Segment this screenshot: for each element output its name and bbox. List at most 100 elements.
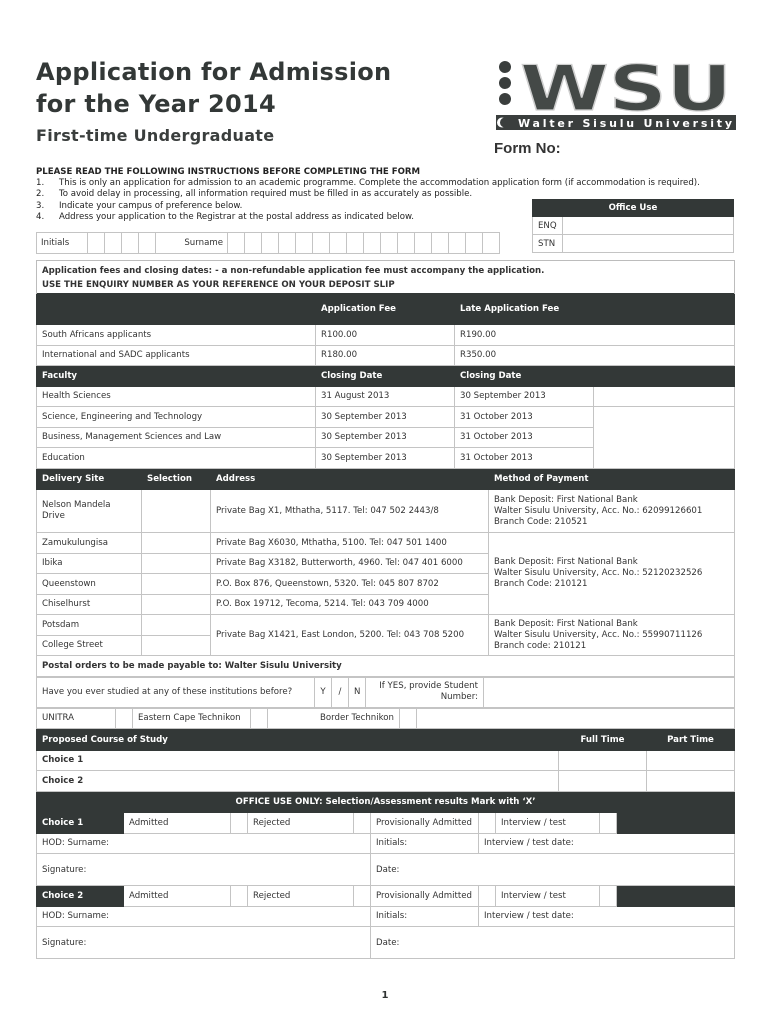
dark-filler [615,885,736,907]
empty-cell [592,385,736,407]
surname-box[interactable] [244,232,262,254]
instruction-number: 1. [36,178,45,189]
surname-box[interactable] [397,232,415,254]
closing-date: 30 September 2013 [315,406,455,428]
interview-date-field[interactable]: Interview / test date: [477,905,736,927]
interview-date-field[interactable]: Interview / test date: [477,832,736,854]
initials-box[interactable] [138,232,156,254]
site-selection[interactable] [141,489,211,533]
faculty-name: Health Sciences [36,385,316,407]
applicant-type: International and SADC applicants [36,344,316,366]
surname-box[interactable] [431,232,449,254]
student-number-field[interactable] [483,676,735,708]
delivery-row: Zamukulungisa Private Bag X6030, Mthatha… [36,532,735,615]
instruction-text: To avoid delay in processing, all inform… [59,189,473,200]
initials-box[interactable] [121,232,139,254]
logo-text: WSU [520,58,732,125]
site-selection[interactable] [141,614,211,636]
header-filler [592,293,736,325]
signature-field[interactable]: Signature: [36,853,371,886]
surname-box[interactable] [380,232,398,254]
fees-col-applicant [36,293,316,325]
yes-option[interactable]: Y [314,676,332,708]
institution-checkbox[interactable] [115,707,133,729]
fees-col-late-fee: Late Application Fee [454,293,594,325]
course-choice-1[interactable]: Choice 1 [36,749,559,771]
surname-box[interactable] [261,232,279,254]
course-choice-2[interactable]: Choice 2 [36,770,559,792]
site-selection[interactable] [141,634,211,656]
option-checkbox[interactable] [478,812,496,834]
institution-checkbox[interactable] [250,707,268,729]
full-time-checkbox[interactable] [558,770,647,792]
option-checkbox[interactable] [599,885,617,907]
full-time-header: Full Time [558,729,647,751]
surname-box[interactable] [465,232,483,254]
instructions-title: PLEASE READ THE FOLLOWING INSTRUCTIONS B… [36,167,421,177]
closing-row: Health Sciences 31 August 2013 30 Septem… [36,385,736,407]
office-only-table: OFFICE USE ONLY: Selection/Assessment re… [35,791,736,959]
enq-field[interactable] [562,216,734,235]
initials-box[interactable] [87,232,105,254]
faculty-name: Science, Engineering and Technology [36,406,316,428]
surname-box[interactable] [414,232,432,254]
instruction-text: Indicate your campus of preference below… [59,200,243,211]
institution-checkbox[interactable] [399,707,417,729]
initials-box[interactable] [104,232,122,254]
date-field[interactable]: Date: [369,926,736,959]
payment-account: Walter Sisulu University, Acc. No.: 5599… [494,629,703,640]
instruction-number: 2. [36,189,45,200]
surname-box[interactable] [346,232,364,254]
option-checkbox[interactable] [353,885,371,907]
site-name: Nelson Mandela Drive [36,489,142,533]
fees-row: International and SADC applicants R180.0… [36,344,736,366]
part-time-checkbox[interactable] [646,749,735,771]
option-checkbox[interactable] [478,885,496,907]
option-interview: Interview / test [495,885,600,907]
page-number: 1 [381,990,389,1001]
surname-box[interactable] [448,232,466,254]
option-checkbox[interactable] [230,885,248,907]
instruction-number: 4. [36,211,45,222]
surname-box[interactable] [363,232,381,254]
payment-bank: Bank Deposit: First National Bank [494,494,638,505]
site-selection[interactable] [141,532,211,554]
hod-surname-field[interactable]: HOD: Surname: [36,832,371,854]
applicant-type: South Africans applicants [36,324,316,346]
date-field[interactable]: Date: [369,853,736,886]
surname-box[interactable] [329,232,347,254]
option-provisional: Provisionally Admitted [370,812,479,834]
surname-box[interactable] [312,232,330,254]
payment-branch: Branch Code: 210121 [494,579,588,589]
site-address: P.O. Box 876, Queenstown, 5320. Tel: 045… [210,573,489,595]
main-form: Application fees and closing dates: - a … [35,260,736,959]
postal-orders-note: Postal orders to be made payable to: Wal… [36,655,735,677]
option-checkbox[interactable] [599,812,617,834]
hod-initials-field[interactable]: Initials: [370,832,479,854]
part-time-checkbox[interactable] [646,770,735,792]
late-closing-date: 30 September 2013 [454,385,594,407]
hod-initials-field[interactable]: Initials: [370,905,479,927]
site-selection[interactable] [141,573,211,595]
hod-surname-field[interactable]: HOD: Surname: [36,905,371,927]
full-time-checkbox[interactable] [558,749,647,771]
option-checkbox[interactable] [353,812,371,834]
no-option[interactable]: N [348,676,366,708]
surname-box[interactable] [227,232,245,254]
site-selection[interactable] [141,593,211,615]
site-selection[interactable] [141,552,211,574]
faculty-name: Education [36,447,316,469]
previous-study-table: Have you ever studied at any of these in… [36,676,735,708]
signature-field[interactable]: Signature: [36,926,371,959]
surname-box[interactable] [295,232,313,254]
stn-field[interactable] [562,234,734,253]
surname-box[interactable] [278,232,296,254]
payment-method: Bank Deposit: First National Bank Walter… [488,614,735,656]
wsu-logo: WSU Walter Sisulu University [496,51,736,132]
institutions-table: UNITRA Eastern Cape Technikon Border Tec… [36,707,735,730]
late-closing-date: 31 October 2013 [454,406,594,428]
surname-box[interactable] [482,232,500,254]
instruction-item: 1. This is only an application for admiss… [36,178,746,189]
option-checkbox[interactable] [230,812,248,834]
instruction-text: This is only an application for admissio… [59,178,700,189]
